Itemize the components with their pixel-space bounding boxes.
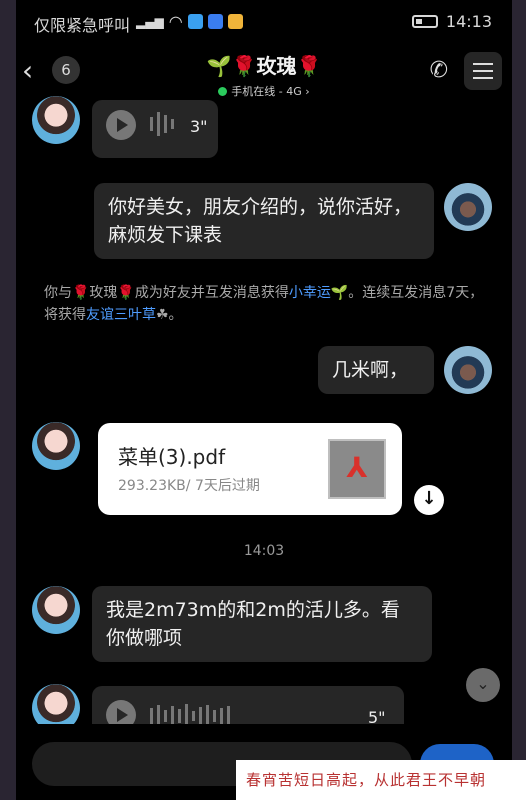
chat-window: 仅限紧急呼叫 ▂▄▆ ◠ 14:13 ‹ 6 🌱🌹玫瑰🌹 手机在线 - 4G ›…	[16, 0, 512, 800]
timestamp: 14:03	[243, 543, 285, 559]
status-bar: 仅限紧急呼叫 ▂▄▆ ◠ 14:13	[16, 10, 512, 35]
voice-duration: 3"	[190, 117, 208, 136]
received-message[interactable]: 我是2m73m的和2m的活儿多。看你做哪项	[92, 586, 432, 662]
shield-notification-icon	[207, 14, 223, 29]
online-status: 手机在线 - 4G ›	[16, 83, 512, 99]
online-dot-icon	[218, 87, 228, 96]
download-icon[interactable]: ↓	[414, 485, 444, 515]
file-name: 菜单(3).pdf	[118, 445, 226, 469]
contact-avatar[interactable]	[32, 586, 80, 634]
clover-link[interactable]: 友谊三叶草	[86, 307, 156, 323]
watermark-caption: 春宵苦短日高起，从此君王不早朝	[236, 760, 526, 800]
phone-call-icon[interactable]: ✆	[430, 58, 448, 83]
battery-icon	[411, 15, 438, 28]
carrier-text: 仅限紧急呼叫	[34, 16, 131, 35]
file-meta: 293.23KB/ 7天后过期	[118, 478, 260, 494]
pdf-icon: ⅄	[328, 439, 386, 499]
system-message: 你与🌹玫瑰🌹成为好友并互发消息获得小幸运🌱。连续互发消息7天，将获得友谊三叶草☘…	[44, 285, 484, 323]
sent-message[interactable]: 几米啊，	[318, 346, 434, 394]
user-avatar[interactable]	[444, 183, 492, 231]
menu-button[interactable]	[464, 52, 502, 90]
sent-message[interactable]: 你好美女，朋友介绍的，说你活好，麻烦发下课表	[94, 183, 434, 259]
play-icon[interactable]	[106, 110, 136, 140]
contact-avatar[interactable]	[32, 422, 80, 470]
waveform-icon	[150, 112, 174, 136]
signal-icon: ▂▄▆	[136, 14, 164, 29]
chat-header: ‹ 6 🌱🌹玫瑰🌹 手机在线 - 4G › ✆	[16, 44, 512, 100]
scroll-down-icon[interactable]: ⌄	[466, 668, 500, 702]
menu-icon	[473, 63, 493, 65]
wifi-icon: ◠	[168, 12, 183, 31]
lucky-link[interactable]: 小幸运	[289, 285, 331, 301]
user-avatar[interactable]	[444, 346, 492, 394]
status-icons: ▂▄▆ ◠	[136, 12, 243, 31]
file-message[interactable]: 菜单(3).pdf 293.23KB/ 7天后过期 ⅄	[98, 423, 402, 515]
folder-notification-icon	[227, 14, 243, 29]
contact-avatar[interactable]	[32, 96, 80, 144]
app-notification-icon	[187, 14, 203, 29]
clock: 14:13	[445, 12, 492, 31]
voice-message[interactable]: 3"	[92, 100, 218, 158]
